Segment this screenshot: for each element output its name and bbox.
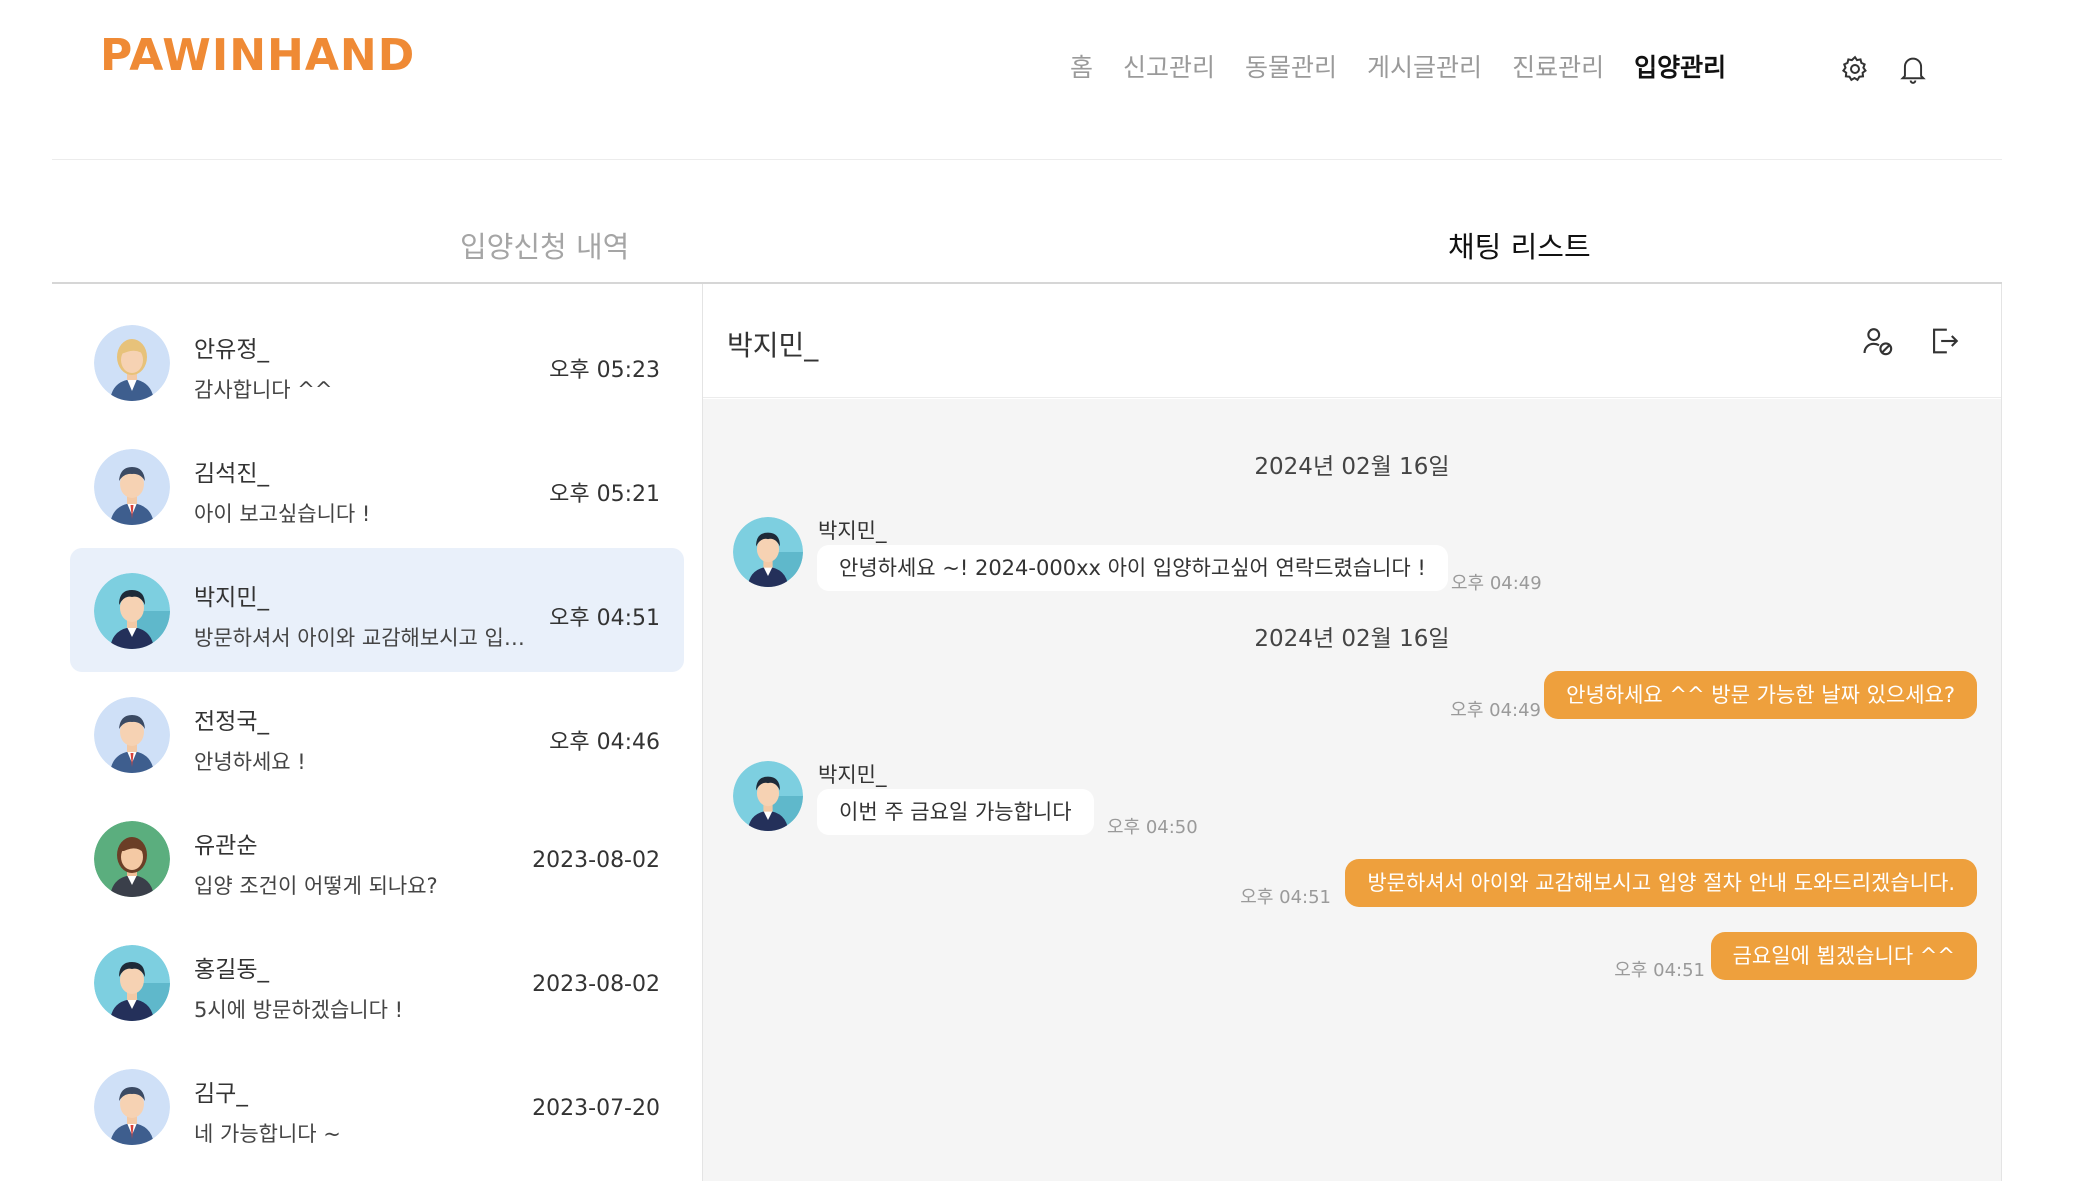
message-time: 오후 04:49 bbox=[1451, 573, 1542, 594]
chat-time: 오후 05:21 bbox=[549, 482, 660, 507]
exit-icon[interactable] bbox=[1927, 324, 1961, 358]
avatar bbox=[94, 821, 170, 897]
chat-name: 전정국_ bbox=[194, 709, 269, 735]
message-sender: 박지민_ bbox=[818, 519, 887, 543]
chat-name: 안유정_ bbox=[194, 337, 269, 363]
conversation-panel: 박지민_ 2024년 02월 16일 박지민_ 안녕하세요 ~! 2024-00… bbox=[702, 284, 2002, 1181]
avatar bbox=[94, 573, 170, 649]
date-separator: 2024년 02월 16일 bbox=[1254, 626, 1450, 652]
conversation-title: 박지민_ bbox=[727, 329, 819, 362]
chat-list-item[interactable]: 전정국_ 안녕하세요 ! 오후 04:46 bbox=[70, 672, 684, 796]
avatar bbox=[733, 761, 803, 831]
avatar bbox=[94, 945, 170, 1021]
message-time: 오후 04:51 bbox=[1240, 887, 1331, 908]
date-separator: 2024년 02월 16일 bbox=[1254, 454, 1450, 480]
message-time: 오후 04:49 bbox=[1450, 700, 1541, 721]
tab-chat-list[interactable]: 채팅 리스트 bbox=[1448, 224, 1591, 266]
chat-list: 안유정_ 감사합니다 ^^ 오후 05:23 김석진_ 아이 보고싶습니다 ! … bbox=[70, 300, 684, 1168]
message-sender: 박지민_ bbox=[818, 763, 887, 787]
chat-preview: 입양 조건이 어떻게 되나요? bbox=[194, 874, 438, 898]
chat-name: 홍길동_ bbox=[194, 957, 269, 983]
settings-icon[interactable] bbox=[1838, 52, 1872, 86]
chat-list-item[interactable]: 홍길동_ 5시에 방문하겠습니다 ! 2023-08-02 bbox=[70, 920, 684, 1044]
avatar bbox=[733, 517, 803, 587]
chat-list-item-selected[interactable]: 박지민_ 방문하셔서 아이와 교감해보시고 입양 절차 안내 도와드리겠습니다.… bbox=[70, 548, 684, 672]
chat-preview: 5시에 방문하겠습니다 ! bbox=[194, 998, 404, 1022]
message-area: 2024년 02월 16일 박지민_ 안녕하세요 ~! 2024-000xx 아… bbox=[703, 399, 2001, 1181]
message-bubble-incoming: 이번 주 금요일 가능합니다 bbox=[817, 789, 1094, 835]
nav-clinic[interactable]: 진료관리 bbox=[1512, 48, 1604, 84]
conversation-actions bbox=[1829, 324, 1961, 358]
chat-preview: 방문하셔서 아이와 교감해보시고 입양 절차 안내 도와드리겠습니다. bbox=[194, 626, 534, 650]
chat-preview: 안녕하세요 ! bbox=[194, 750, 306, 774]
avatar bbox=[94, 1069, 170, 1145]
nav-post[interactable]: 게시글관리 bbox=[1367, 48, 1482, 84]
header-icons bbox=[1838, 52, 1954, 86]
chat-list-item[interactable]: 안유정_ 감사합니다 ^^ 오후 05:23 bbox=[70, 300, 684, 424]
logo[interactable]: PAWINHAND bbox=[100, 30, 415, 81]
main-nav: 홈 신고관리 동물관리 게시글관리 진료관리 입양관리 bbox=[1070, 48, 1756, 84]
message-time: 오후 04:51 bbox=[1614, 960, 1705, 981]
chat-time: 오후 05:23 bbox=[549, 358, 660, 383]
chat-list-item[interactable]: 김석진_ 아이 보고싶습니다 ! 오후 05:21 bbox=[70, 424, 684, 548]
message-bubble-outgoing: 안녕하세요 ^^ 방문 가능한 날짜 있으세요? bbox=[1544, 671, 1977, 719]
chat-preview: 아이 보고싶습니다 ! bbox=[194, 502, 371, 526]
chat-name: 김석진_ bbox=[194, 461, 269, 487]
message-bubble-outgoing: 방문하셔서 아이와 교감해보시고 입양 절차 안내 도와드리겠습니다. bbox=[1345, 859, 1977, 907]
avatar bbox=[94, 325, 170, 401]
nav-home[interactable]: 홈 bbox=[1070, 48, 1093, 84]
message-bubble-outgoing: 금요일에 뵙겠습니다 ^^ bbox=[1710, 932, 1977, 980]
nav-report[interactable]: 신고관리 bbox=[1123, 48, 1215, 84]
user-block-icon[interactable] bbox=[1861, 324, 1895, 358]
chat-time: 2023-08-02 bbox=[532, 972, 660, 997]
chat-time: 오후 04:51 bbox=[549, 606, 660, 631]
chat-name: 김구_ bbox=[194, 1081, 248, 1107]
chat-list-item[interactable]: 유관순 입양 조건이 어떻게 되나요? 2023-08-02 bbox=[70, 796, 684, 920]
bell-icon[interactable] bbox=[1896, 52, 1930, 86]
chat-name: 유관순 bbox=[194, 833, 258, 859]
message-time: 오후 04:50 bbox=[1107, 817, 1198, 838]
chat-name: 박지민_ bbox=[194, 585, 269, 611]
chat-time: 오후 04:46 bbox=[549, 730, 660, 755]
header-divider bbox=[52, 159, 2002, 160]
nav-animal[interactable]: 동물관리 bbox=[1245, 48, 1337, 84]
chat-time: 2023-07-20 bbox=[532, 1096, 660, 1121]
conversation-header: 박지민_ bbox=[703, 284, 2001, 398]
tab-apply-history[interactable]: 입양신청 내역 bbox=[460, 224, 629, 266]
chat-list-item[interactable]: 김구_ 네 가능합니다 ~ 2023-07-20 bbox=[70, 1044, 684, 1168]
avatar bbox=[94, 449, 170, 525]
chat-time: 2023-08-02 bbox=[532, 848, 660, 873]
chat-preview: 감사합니다 ^^ bbox=[194, 378, 333, 402]
chat-preview: 네 가능합니다 ~ bbox=[194, 1122, 341, 1146]
avatar bbox=[94, 697, 170, 773]
message-bubble-incoming: 안녕하세요 ~! 2024-000xx 아이 입양하고싶어 연락드렸습니다 ! bbox=[817, 545, 1448, 591]
nav-adoption[interactable]: 입양관리 bbox=[1634, 48, 1726, 84]
